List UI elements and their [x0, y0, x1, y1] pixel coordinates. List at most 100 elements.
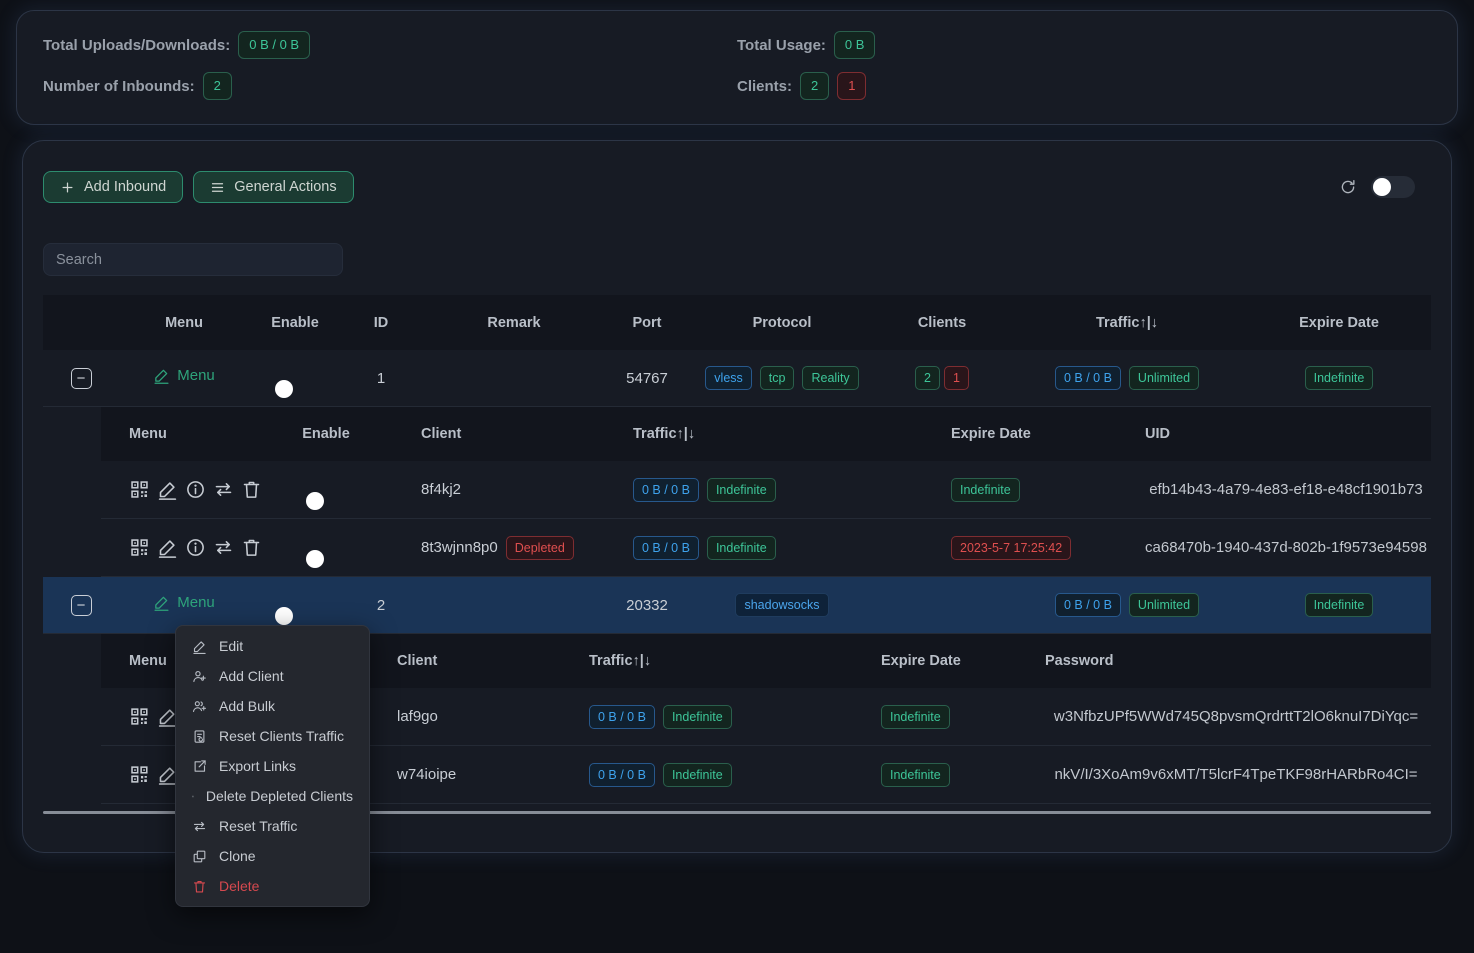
col-menu: Menu — [119, 315, 249, 331]
reset-traffic-icon[interactable] — [213, 537, 234, 558]
delete-icon[interactable] — [241, 479, 262, 500]
col-expire-date: Expire Date — [931, 426, 1141, 442]
inbounds-count-badge: 2 — [203, 72, 232, 100]
inbounds-count-label: Number of Inbounds: — [43, 78, 195, 95]
client-name: laf9go — [361, 708, 551, 725]
client-expire-tag: 2023-5-7 17:25:42 — [951, 536, 1071, 560]
col-traffic[interactable]: Traffic↑|↓ — [631, 426, 931, 442]
col-clients: Clients — [877, 315, 1007, 331]
inbound-menu-link[interactable]: Menu — [153, 594, 215, 611]
stats-left-column: Total Uploads/Downloads: 0 B / 0 B Numbe… — [43, 31, 310, 104]
client-expire-tag: Indefinite — [881, 705, 950, 729]
delete-icon[interactable] — [241, 537, 262, 558]
menu-item-label: Delete Depleted Clients — [206, 788, 353, 804]
inbound-port: 20332 — [607, 597, 687, 614]
stat-number-of-inbounds: Number of Inbounds: 2 — [43, 72, 310, 100]
menu-item-clone[interactable]: Clone — [176, 841, 369, 871]
reset-traffic-icon[interactable] — [213, 479, 234, 500]
client-traffic-tag: 0 B / 0 B — [633, 478, 699, 502]
search-input[interactable] — [43, 243, 343, 276]
add-inbound-label: Add Inbound — [84, 179, 166, 195]
inbound-menu-link[interactable]: Menu — [153, 367, 215, 384]
inbound-port: 54767 — [607, 370, 687, 387]
stats-panel: Total Uploads/Downloads: 0 B / 0 B Numbe… — [16, 10, 1458, 125]
qr-code-icon[interactable] — [129, 764, 150, 785]
qr-code-icon[interactable] — [129, 706, 150, 727]
edit-icon[interactable] — [157, 479, 178, 500]
vless-client-row-2: 8t3wjnn8p0 Depleted 0 B / 0 B Indefinite… — [101, 519, 1431, 577]
col-traffic[interactable]: Traffic↑|↓ — [1007, 315, 1247, 331]
file-sync-icon — [192, 729, 207, 744]
client-traffic-limit-tag: Indefinite — [663, 763, 732, 787]
general-actions-button[interactable]: General Actions — [193, 171, 353, 203]
total-usage-badge: 0 B — [834, 31, 876, 59]
col-expire-date: Expire Date — [1247, 315, 1431, 331]
menu-item-edit[interactable]: Edit — [176, 631, 369, 661]
menu-item-delete-depleted-clients[interactable]: Delete Depleted Clients — [176, 781, 369, 811]
traffic-limit-tag: Unlimited — [1129, 593, 1199, 617]
menu-item-label: Export Links — [219, 758, 296, 774]
client-password: w3NfbzUPf5WWd745Q8pvsmQrdrttT2lO6knuI7Di… — [1041, 708, 1431, 725]
inbounds-table-header: Menu Enable ID Remark Port Protocol Clie… — [43, 295, 1431, 350]
toolbar: Add Inbound General Actions — [43, 171, 1431, 203]
info-icon[interactable] — [185, 479, 206, 500]
stat-clients: Clients: 2 1 — [737, 72, 1431, 100]
collapse-row-button[interactable]: − — [71, 368, 92, 389]
inbound-menu-label: Menu — [177, 594, 215, 611]
col-traffic[interactable]: Traffic↑|↓ — [551, 653, 841, 669]
uploads-downloads-value-badge: 0 B / 0 B — [238, 31, 310, 59]
vless-clients-expanded-section: Menu Enable Client Traffic↑|↓ Expire Dat… — [43, 407, 1431, 577]
protocol-tag-shadowsocks: shadowsocks — [735, 593, 828, 617]
protocol-tag-vless: vless — [705, 366, 751, 390]
protocol-tag-tcp: tcp — [760, 366, 795, 390]
export-icon — [192, 759, 207, 774]
bin-icon — [192, 789, 194, 804]
protocol-tag-reality: Reality — [802, 366, 858, 390]
menu-item-label: Delete — [219, 878, 259, 894]
qr-code-icon[interactable] — [129, 537, 150, 558]
theme-toggle[interactable] — [1371, 176, 1415, 198]
client-traffic-tag: 0 B / 0 B — [589, 763, 655, 787]
col-password: Password — [1041, 653, 1431, 669]
menu-item-reset-traffic[interactable]: Reset Traffic — [176, 811, 369, 841]
col-remark: Remark — [421, 315, 607, 331]
clients-active-badge: 2 — [800, 72, 829, 100]
menu-item-delete[interactable]: Delete — [176, 871, 369, 901]
inbound-menu-label: Menu — [177, 367, 215, 384]
user-add-icon — [192, 669, 207, 684]
menu-item-label: Clone — [219, 848, 256, 864]
client-traffic-limit-tag: Indefinite — [663, 705, 732, 729]
stat-total-uploads-downloads: Total Uploads/Downloads: 0 B / 0 B — [43, 31, 310, 59]
vless-clients-header: Menu Enable Client Traffic↑|↓ Expire Dat… — [101, 407, 1431, 461]
col-id: ID — [341, 315, 421, 331]
users-add-icon — [192, 699, 207, 714]
menu-item-export-links[interactable]: Export Links — [176, 751, 369, 781]
menu-item-reset-clients-traffic[interactable]: Reset Clients Traffic — [176, 721, 369, 751]
clients-active-tag: 2 — [915, 366, 940, 390]
client-traffic-tag: 0 B / 0 B — [589, 705, 655, 729]
inbound-actions-dropdown: Edit Add Client Add Bulk Reset Clients T… — [175, 625, 370, 907]
clients-depleted-badge: 1 — [837, 72, 866, 100]
clients-label: Clients: — [737, 78, 792, 95]
col-port: Port — [607, 315, 687, 331]
edit-icon — [153, 367, 170, 384]
expire-tag: Indefinite — [1305, 593, 1374, 617]
menu-item-add-bulk[interactable]: Add Bulk — [176, 691, 369, 721]
toolbar-right — [1339, 176, 1431, 198]
menu-item-add-client[interactable]: Add Client — [176, 661, 369, 691]
info-icon[interactable] — [185, 537, 206, 558]
refresh-icon[interactable] — [1339, 178, 1357, 196]
traffic-limit-tag: Unlimited — [1129, 366, 1199, 390]
total-usage-label: Total Usage: — [737, 37, 826, 54]
edit-icon[interactable] — [157, 537, 178, 558]
menu-item-label: Add Bulk — [219, 698, 275, 714]
add-inbound-button[interactable]: Add Inbound — [43, 171, 183, 203]
client-uid: ca68470b-1940-437d-802b-1f9573e94598 — [1141, 539, 1431, 556]
client-traffic-tag: 0 B / 0 B — [633, 536, 699, 560]
qr-code-icon[interactable] — [129, 479, 150, 500]
traffic-tag: 0 B / 0 B — [1055, 593, 1121, 617]
col-uid: UID — [1141, 426, 1431, 442]
inbound-id: 2 — [341, 597, 421, 614]
general-actions-label: General Actions — [234, 179, 336, 195]
collapse-row-button[interactable]: − — [71, 595, 92, 616]
